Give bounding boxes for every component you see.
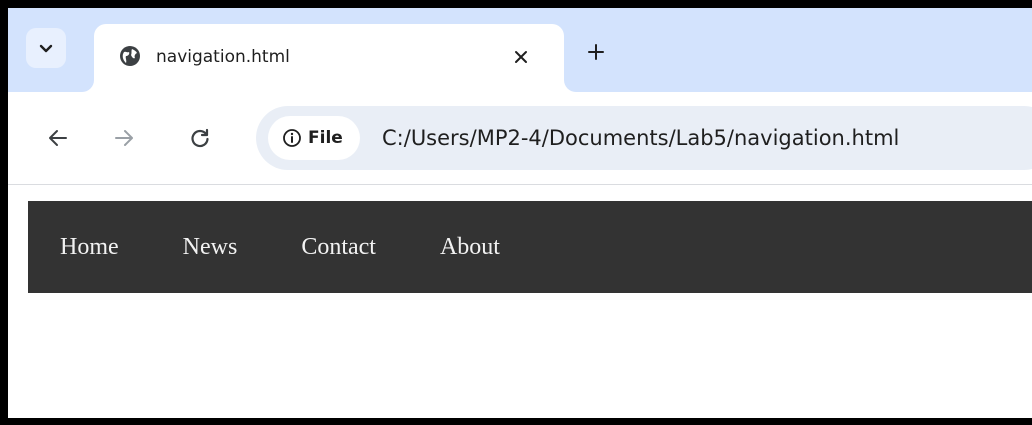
address-bar[interactable]: File C:/Users/MP2-4/Documents/Lab5/navig… — [256, 106, 1032, 170]
top-navigation-bar: Home News Contact About — [28, 201, 1032, 293]
forward-button[interactable] — [106, 120, 142, 156]
tab-search-button[interactable] — [26, 28, 66, 68]
arrow-left-icon — [49, 130, 67, 146]
tab-close-button[interactable] — [506, 42, 536, 72]
info-icon — [283, 129, 301, 147]
back-button[interactable] — [40, 120, 76, 156]
site-info-button[interactable]: File — [268, 116, 360, 160]
arrow-right-icon — [115, 130, 133, 146]
page-content: Home News Contact About — [8, 185, 1032, 418]
url-text[interactable]: C:/Users/MP2-4/Documents/Lab5/navigation… — [382, 124, 899, 152]
plus-icon — [588, 44, 604, 60]
site-info-label: File — [308, 128, 343, 148]
nav-link-about[interactable]: About — [408, 201, 532, 293]
nav-link-home[interactable]: Home — [28, 201, 151, 293]
reload-icon — [191, 128, 209, 148]
new-tab-button[interactable] — [580, 36, 612, 68]
reload-button[interactable] — [182, 120, 218, 156]
close-icon — [515, 51, 527, 63]
nav-link-contact[interactable]: Contact — [269, 201, 408, 293]
chevron-down-icon — [39, 44, 53, 53]
globe-icon — [120, 46, 140, 66]
browser-toolbar: File C:/Users/MP2-4/Documents/Lab5/navig… — [8, 92, 1032, 185]
tab-title: navigation.html — [156, 47, 290, 67]
browser-window: navigation.html File C:/Users/MP2-4/Docu… — [8, 8, 1032, 418]
nav-link-news[interactable]: News — [151, 201, 270, 293]
tab-strip: navigation.html — [8, 8, 1032, 92]
active-tab[interactable]: navigation.html — [94, 24, 564, 92]
